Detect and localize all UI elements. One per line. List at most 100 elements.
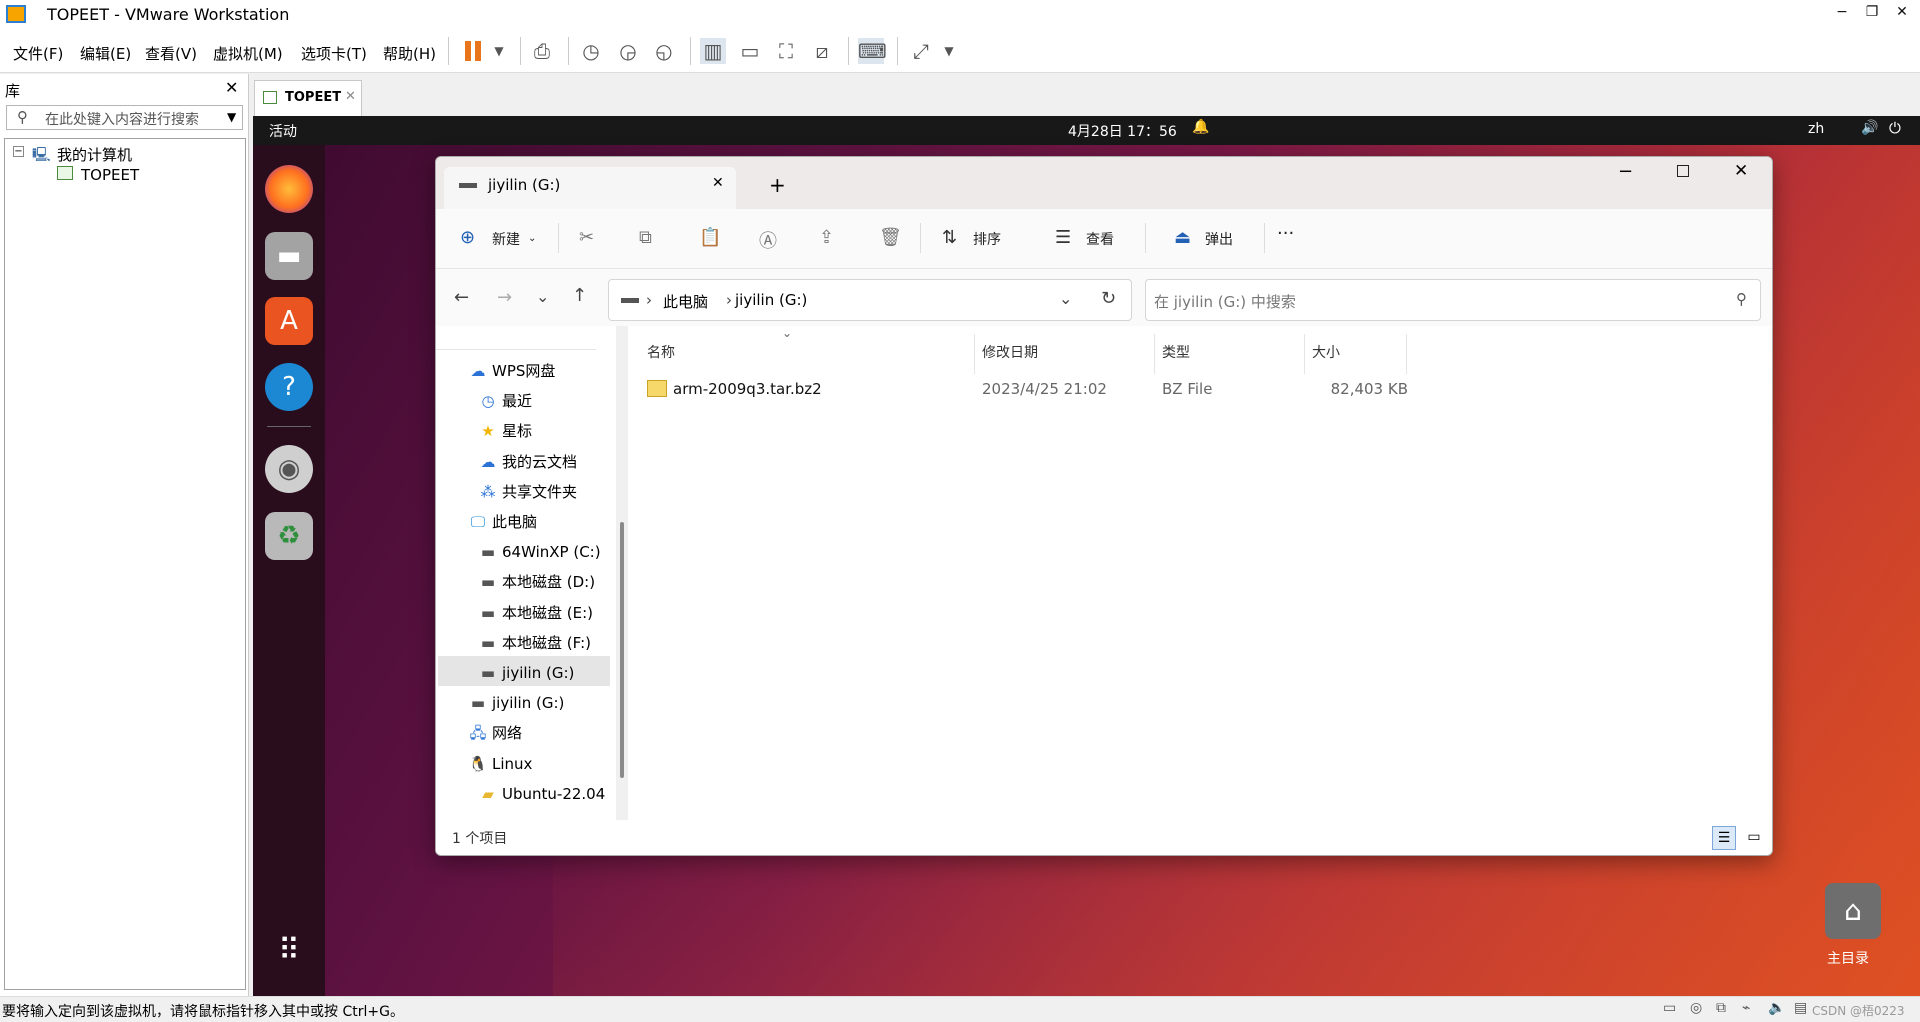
snapshot-manager-icon[interactable]: ◵	[651, 38, 677, 64]
maximize-button[interactable]	[1677, 165, 1689, 177]
display-icon[interactable]: ▤	[1794, 1000, 1807, 1016]
new-button[interactable]: 新建	[492, 229, 520, 249]
navigation-pane: ☁ WPS网盘 ◷ 最近 ★ 星标 ☁ 我的云文档 ⁂ 共享文件夹 🖵 此电脑 ▬ 64WinXP (C:…	[436, 326, 628, 820]
menu-vm[interactable]: 虚拟机(M)	[213, 43, 283, 64]
send-keys-icon[interactable]: ⎙	[529, 38, 555, 64]
volume-icon[interactable]: 🔊	[1861, 120, 1878, 136]
refresh-icon[interactable]: ↻	[1101, 288, 1116, 309]
menu-help[interactable]: 帮助(H)	[383, 43, 436, 64]
files-icon[interactable]: ▬	[265, 232, 313, 280]
column-header-size[interactable]: 大小	[1312, 342, 1340, 362]
menu-edit[interactable]: 编辑(E)	[80, 43, 131, 64]
status-message: 要将输入定向到该虚拟机，请将鼠标指针移入其中或按 Ctrl+G。	[2, 1004, 404, 1020]
column-header-type[interactable]: 类型	[1162, 342, 1190, 362]
sound-icon[interactable]: 🔈	[1768, 1000, 1785, 1016]
drive-icon: ▬	[470, 694, 486, 713]
chevron-down-icon[interactable]: ▼	[486, 38, 512, 64]
menu-view[interactable]: 查看(V)	[145, 43, 197, 64]
chevron-down-icon[interactable]: ▼	[936, 38, 962, 64]
show-apps-icon[interactable]: ⠿	[265, 927, 313, 975]
hard-disk-icon[interactable]: ▭	[1663, 1000, 1676, 1016]
close-button[interactable]: ✕	[1890, 4, 1914, 24]
cd-drive-icon[interactable]: ◉	[265, 445, 313, 493]
unity-icon[interactable]: ⧄	[809, 38, 835, 64]
library-search-input[interactable]: ⚲ 在此处键入内容进行搜索 ▼	[6, 105, 243, 130]
back-arrow-icon[interactable]: ←	[454, 287, 469, 308]
thumbnail-view-icon[interactable]: ▭	[737, 38, 763, 64]
table-row[interactable]: arm-2009q3.tar.bz2 2023/4/25 21:02 BZ Fi…	[640, 372, 1408, 404]
explorer-tab[interactable]: jiyilin (G:) ✕	[444, 167, 736, 209]
share-icon[interactable]: ⇪	[819, 227, 834, 248]
eject-button[interactable]: 弹出	[1205, 229, 1233, 249]
menu-file[interactable]: 文件(F)	[13, 43, 63, 64]
nav-item-label: 此电脑	[492, 513, 538, 531]
view-button[interactable]: 查看	[1086, 229, 1114, 249]
tiles-view-icon[interactable]: ▭	[1742, 826, 1766, 850]
activities-button[interactable]: 活动	[269, 121, 297, 141]
cloud-icon: ☁	[470, 362, 486, 380]
delete-icon[interactable]: 🗑	[879, 227, 902, 248]
file-type: BZ File	[1162, 380, 1213, 398]
cd-icon[interactable]: ◎	[1690, 1000, 1702, 1016]
new-tab-button[interactable]: +	[769, 173, 786, 197]
input-language[interactable]: zh	[1808, 121, 1824, 137]
cut-icon[interactable]: ✂	[579, 227, 594, 248]
vm-tab[interactable]: TOPEET ✕	[254, 80, 362, 116]
vm-icon	[57, 166, 73, 180]
vm-tab-close-icon[interactable]: ✕	[345, 89, 356, 104]
address-bar[interactable]: › 此电脑 › jiyilin (G:) ⌄ ↻	[608, 279, 1132, 321]
usb-icon[interactable]: ⌁	[1742, 1000, 1750, 1016]
library-close-icon[interactable]: ✕	[225, 78, 238, 97]
explorer-search-input[interactable]: 在 jiyilin (G:) 中搜索 ⚲	[1145, 279, 1761, 321]
network-icon: 🖧	[469, 724, 487, 743]
recent-locations-icon[interactable]: ⌄	[536, 287, 549, 306]
chevron-down-icon[interactable]: ⌄	[1059, 289, 1072, 308]
column-header-date[interactable]: 修改日期	[982, 342, 1038, 362]
app-center-icon[interactable]: A	[265, 297, 313, 345]
stretch-icon[interactable]: ⤢	[908, 38, 934, 64]
menu-toolbar: 文件(F) 编辑(E) 查看(V) 虚拟机(M) 选项卡(T) 帮助(H) ▼ …	[0, 29, 1920, 73]
sort-button[interactable]: 排序	[973, 229, 1001, 249]
paste-icon[interactable]: 📋	[699, 227, 721, 248]
close-button[interactable]: ✕	[1734, 161, 1748, 181]
tree-root-label[interactable]: 我的计算机	[57, 144, 132, 165]
file-explorer-window: jiyilin (G:) ✕ + − ✕ ⊕ 新建 ⌄ ✂ ⧉ 📋 Ⓐ ⇪ 🗑 …	[435, 156, 1773, 856]
nav-scrollbar[interactable]	[616, 326, 628, 820]
copy-icon[interactable]: ⧉	[639, 227, 652, 248]
minimize-button[interactable]: −	[1618, 161, 1633, 182]
menu-tabs[interactable]: 选项卡(T)	[301, 43, 367, 64]
minimize-button[interactable]: −	[1830, 4, 1854, 24]
clock[interactable]: 4月28日 17：56	[1068, 121, 1177, 141]
nav-item-label: Linux	[492, 754, 533, 773]
home-folder-icon[interactable]: ⌂	[1825, 883, 1881, 939]
forward-arrow-icon[interactable]: →	[497, 287, 512, 308]
snapshot-icon[interactable]: ◷	[578, 38, 604, 64]
chevron-down-icon: ⌄	[528, 233, 537, 244]
chevron-down-icon[interactable]: ▼	[227, 110, 236, 124]
ubuntu-dock: ▬ A ? ◉ ♻ ⠿	[253, 145, 325, 996]
fullscreen-icon[interactable]: ⛶	[773, 38, 799, 64]
breadcrumb-drive[interactable]: jiyilin (G:)	[735, 291, 807, 309]
tab-close-icon[interactable]: ✕	[712, 175, 724, 191]
revert-snapshot-icon[interactable]: ◶	[615, 38, 641, 64]
pause-icon[interactable]	[465, 41, 471, 61]
nav-scrollbar-thumb[interactable]	[620, 522, 624, 778]
column-header-name[interactable]: 名称	[647, 342, 675, 362]
trash-icon[interactable]: ♻	[265, 512, 313, 560]
firefox-icon[interactable]	[265, 165, 313, 213]
tree-vm-label[interactable]: TOPEET	[81, 166, 139, 184]
library-view-icon[interactable]: ▥	[700, 38, 726, 64]
console-icon[interactable]: ⌨	[858, 38, 887, 64]
network-adapter-icon[interactable]: ⧉	[1716, 1000, 1726, 1016]
power-icon[interactable]: ⏻	[1889, 119, 1901, 137]
pause-icon-bar	[475, 41, 481, 61]
up-arrow-icon[interactable]: ↑	[572, 285, 587, 306]
help-icon[interactable]: ?	[265, 363, 313, 411]
details-view-icon[interactable]: ☰	[1712, 826, 1736, 850]
restore-button[interactable]: ❐	[1860, 4, 1884, 24]
more-button[interactable]: ···	[1277, 223, 1294, 244]
collapse-icon[interactable]: −	[13, 146, 24, 157]
breadcrumb-this-pc[interactable]: 此电脑	[663, 291, 708, 312]
rename-icon[interactable]: Ⓐ	[759, 227, 777, 253]
eject-icon: ⏏	[1174, 227, 1192, 248]
